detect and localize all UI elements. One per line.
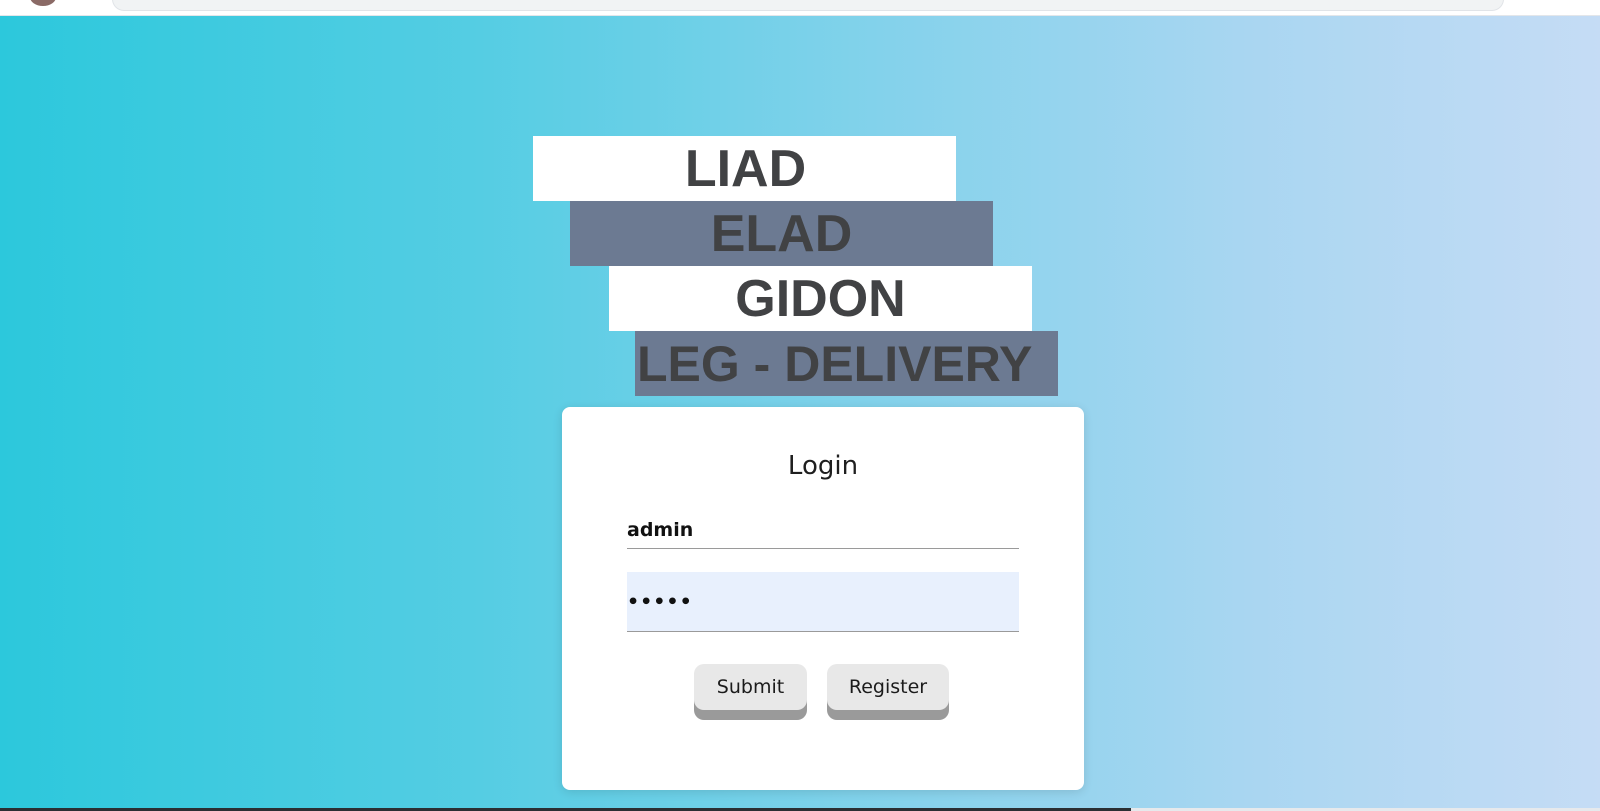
title-banner-3: GIDON: [609, 266, 1032, 331]
title-banner-4: LEG - DELIVERY: [635, 331, 1058, 396]
login-card: Login Submit Register: [562, 407, 1084, 790]
title-banner-1-text: LIAD: [684, 139, 807, 198]
title-banner-2-text: ELAD: [710, 204, 853, 263]
browser-top-bar: [0, 0, 1600, 16]
profile-avatar-icon[interactable]: [30, 0, 56, 6]
register-button[interactable]: Register: [827, 664, 949, 710]
username-input[interactable]: [627, 511, 1019, 549]
address-bar[interactable]: [112, 0, 1504, 11]
password-input[interactable]: [627, 572, 1019, 632]
login-title: Login: [787, 451, 859, 481]
title-banner-1: LIAD: [533, 136, 956, 201]
submit-button[interactable]: Submit: [694, 664, 807, 710]
title-banner-2: ELAD: [570, 201, 993, 266]
title-banner-3-text: GIDON: [735, 269, 906, 328]
title-banner-4-text: LEG - DELIVERY: [637, 335, 1033, 392]
